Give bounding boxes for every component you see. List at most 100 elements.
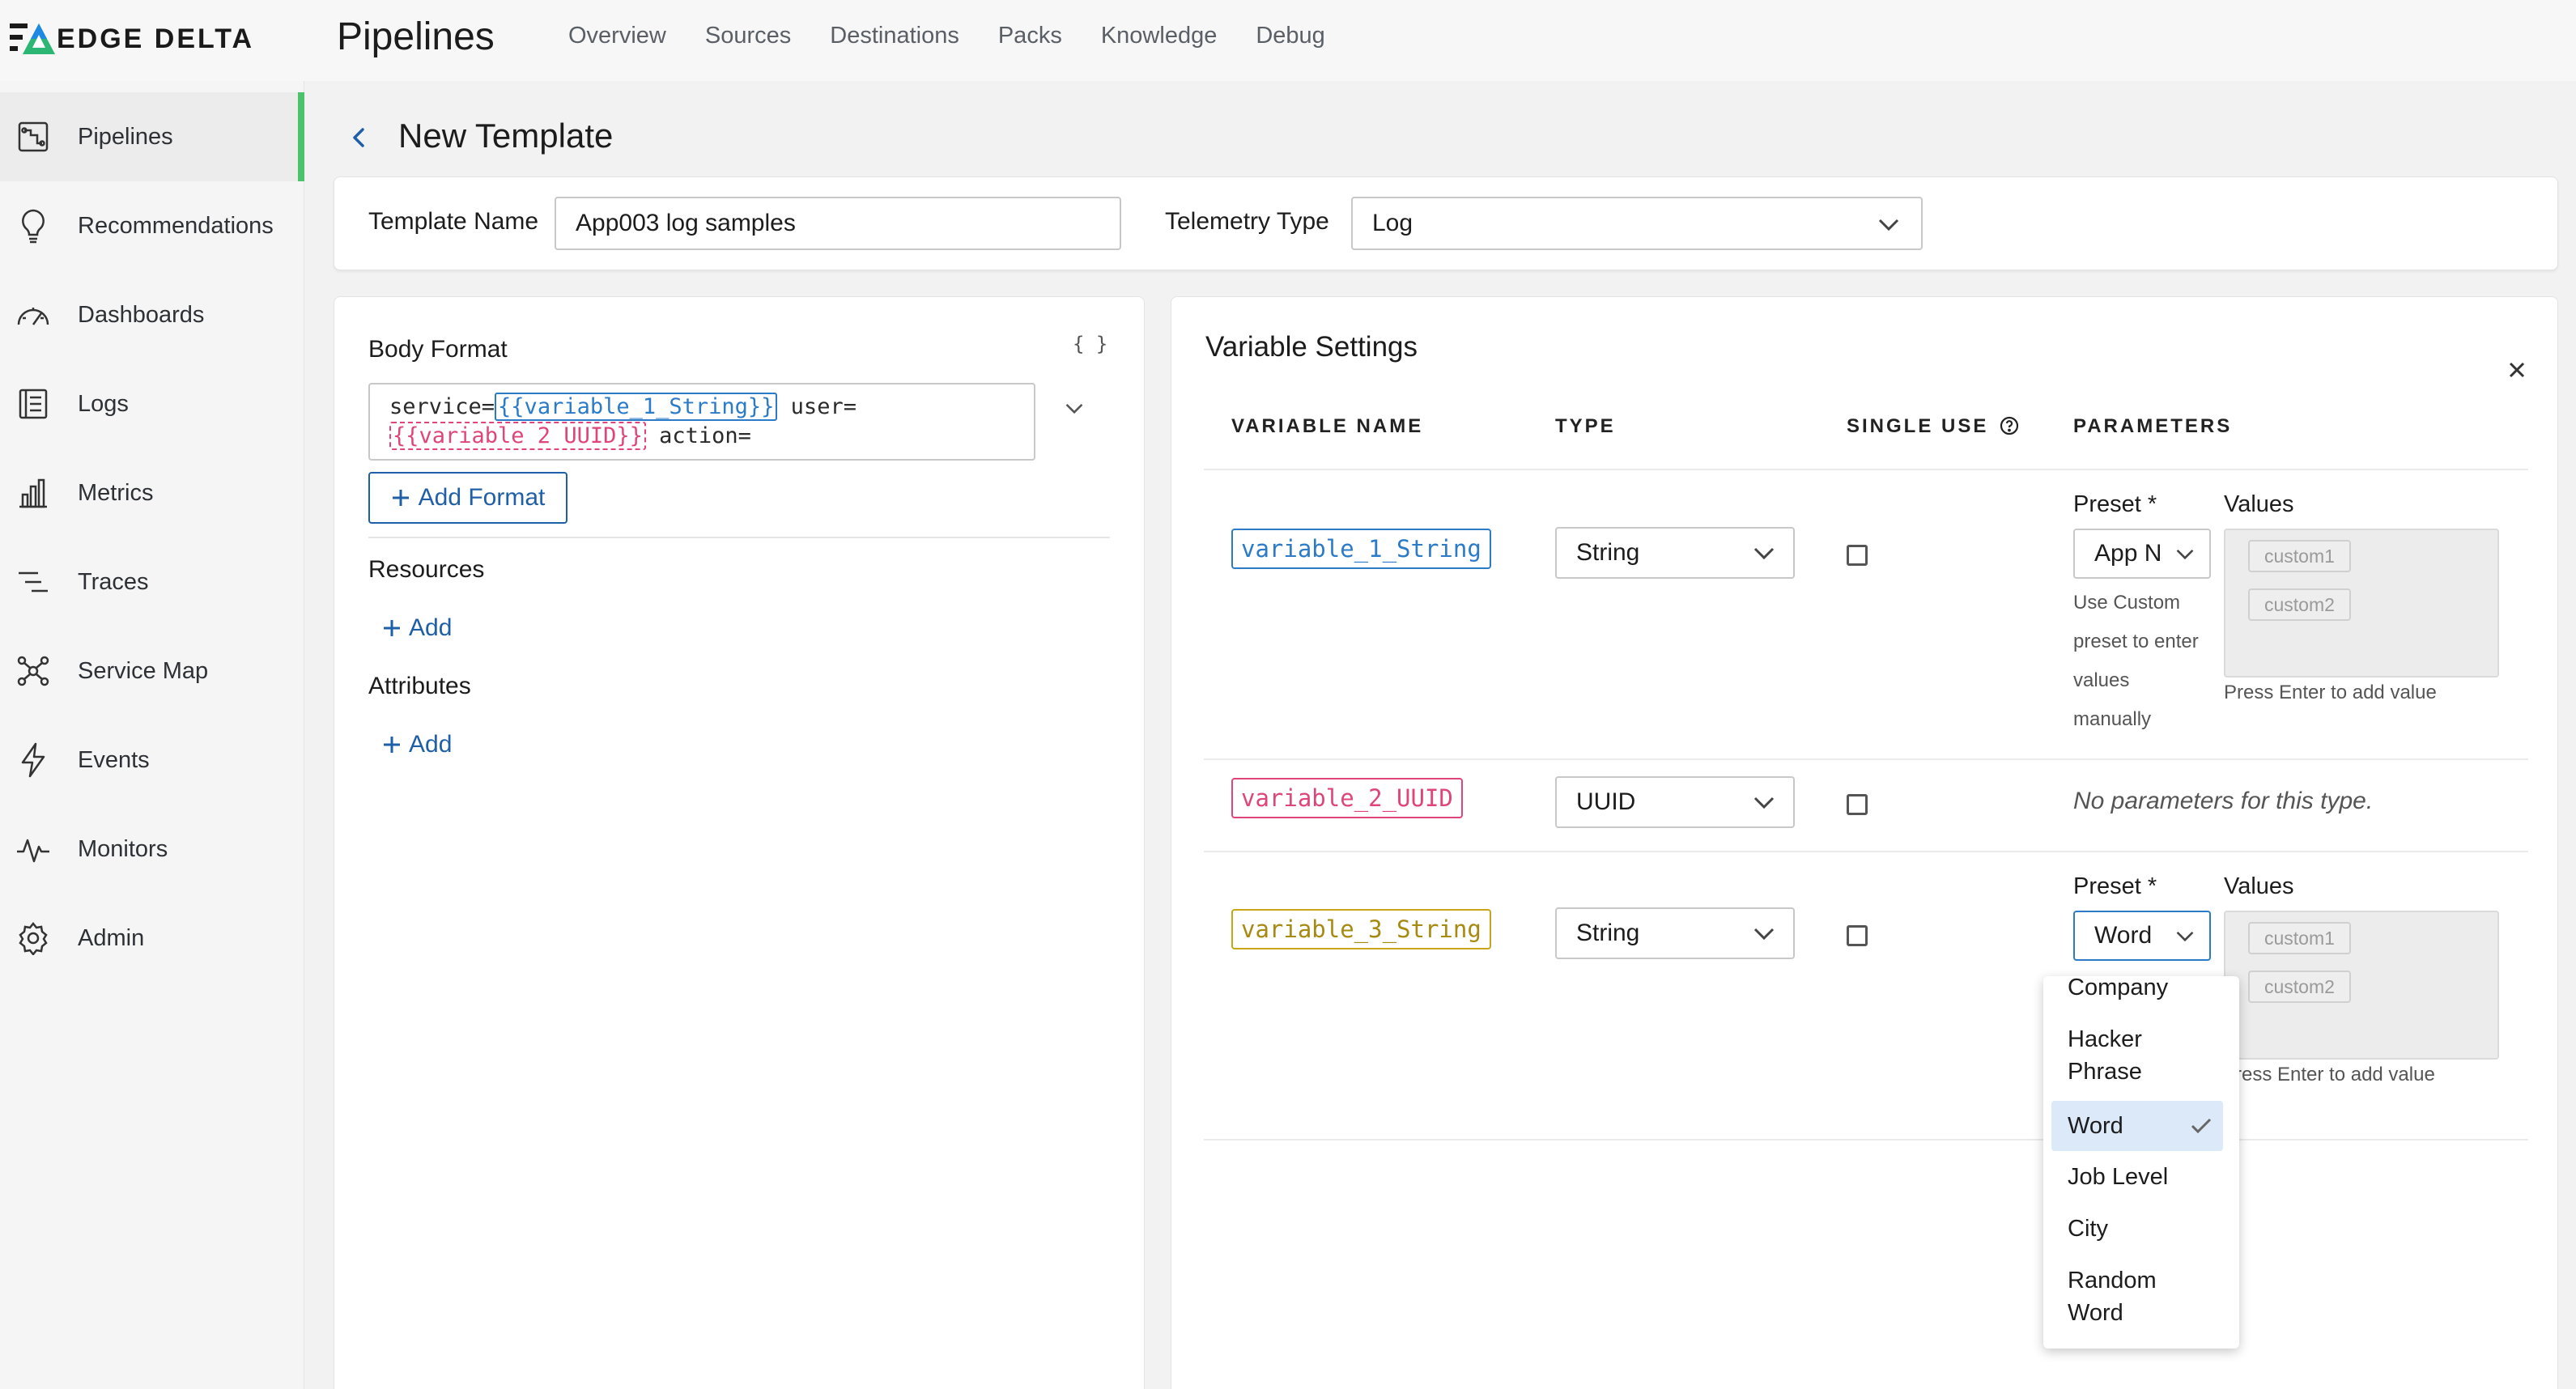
telemetry-type-select[interactable]: Log	[1351, 197, 1923, 250]
type-value: String	[1576, 539, 1640, 566]
dropdown-option-hacker-phrase[interactable]: Hacker Phrase	[2051, 1023, 2181, 1088]
sidebar-item-label: Metrics	[78, 479, 154, 506]
row-divider	[1204, 1139, 2528, 1141]
preset-dropdown-menu: Company Hacker Phrase Word Job Level Cit…	[2043, 976, 2239, 1349]
body-format-title: Body Format	[368, 336, 508, 363]
nav-sources[interactable]: Sources	[705, 23, 791, 49]
sidebar-item-service-map[interactable]: Service Map	[0, 627, 304, 716]
plus-icon	[392, 490, 409, 506]
attributes-title: Attributes	[368, 673, 471, 699]
value-chip: custom1	[2248, 540, 2351, 572]
type-value: UUID	[1576, 788, 1636, 815]
service-map-icon	[15, 652, 52, 690]
variable-settings-title: Variable Settings	[1205, 331, 1418, 363]
sidebar-item-label: Pipelines	[78, 123, 173, 150]
telemetry-type-value: Log	[1372, 210, 1413, 236]
nav-overview[interactable]: Overview	[568, 23, 666, 49]
gear-icon	[15, 920, 52, 957]
bar-chart-icon	[15, 474, 52, 512]
nav-knowledge[interactable]: Knowledge	[1101, 23, 1218, 49]
add-resource-label: Add	[409, 614, 453, 641]
sidebar-item-monitors[interactable]: Monitors	[0, 805, 304, 894]
chevron-down-icon[interactable]	[1065, 402, 1084, 415]
variable-1-values-input[interactable]: custom1 custom2	[2224, 529, 2499, 678]
sidebar-item-label: Admin	[78, 924, 145, 951]
variable-2-token[interactable]: {{variable 2 UUID}}	[389, 422, 646, 450]
dropdown-option-word[interactable]: Word	[2051, 1101, 2223, 1151]
logs-icon	[15, 385, 52, 423]
no-parameters-text: No parameters for this type.	[2073, 788, 2374, 814]
chevron-down-icon	[1753, 547, 1775, 560]
sidebar-item-label: Recommendations	[78, 212, 274, 239]
top-nav: Overview Sources Destinations Packs Know…	[568, 23, 1325, 49]
sidebar-item-traces[interactable]: Traces	[0, 537, 304, 627]
variable-2-name: variable_2_UUID	[1231, 778, 1463, 818]
back-chevron-icon[interactable]	[346, 121, 371, 154]
chevron-down-icon	[1878, 219, 1899, 232]
gauge-icon	[15, 296, 52, 333]
add-format-button[interactable]: Add Format	[368, 472, 567, 524]
close-icon[interactable]	[2506, 359, 2528, 381]
hint-line: Use Custom	[2073, 592, 2181, 614]
column-header-single-use: SINGLE USE	[1847, 415, 2019, 438]
variable-3-name: variable_3_String	[1231, 909, 1491, 949]
preset-value: Word	[2094, 922, 2153, 949]
sidebar-item-pipelines[interactable]: Pipelines	[0, 92, 304, 181]
value-chip: custom2	[2248, 588, 2351, 621]
chevron-down-icon	[1753, 796, 1775, 809]
preset-label: Preset *	[2073, 491, 2157, 517]
help-circle-icon[interactable]	[2000, 416, 2019, 435]
body-format-card: Body Format { } service= {{variable_1_Str…	[334, 296, 1145, 1389]
sidebar-item-dashboards[interactable]: Dashboards	[0, 270, 304, 359]
divider	[368, 537, 1110, 538]
template-name-input[interactable]: App003 log samples	[555, 197, 1121, 250]
preset-hint: Use Custom preset to enter values manual…	[2073, 584, 2199, 739]
braces-icon[interactable]: { }	[1073, 333, 1107, 355]
nav-destinations[interactable]: Destinations	[830, 23, 959, 49]
dropdown-option-random-word[interactable]: Random Word	[2051, 1264, 2181, 1329]
sidebar-item-label: Logs	[78, 390, 129, 417]
variable-1-type-select[interactable]: String	[1555, 527, 1795, 579]
traces-icon	[15, 563, 52, 601]
plus-icon	[384, 737, 400, 753]
body-format-editor[interactable]: service= {{variable_1_String}} user= {{va…	[368, 383, 1035, 461]
plus-icon	[384, 620, 400, 636]
chevron-down-icon	[1753, 928, 1775, 941]
values-label: Values	[2224, 491, 2294, 517]
brand-name: EDGE DELTA	[57, 23, 255, 54]
variable-3-single-use-checkbox[interactable]	[1847, 925, 1868, 946]
variable-2-single-use-checkbox[interactable]	[1847, 794, 1868, 815]
dropdown-option-city[interactable]: City	[2051, 1213, 2223, 1245]
sidebar-item-metrics[interactable]: Metrics	[0, 448, 304, 537]
sidebar-item-events[interactable]: Events	[0, 716, 304, 805]
chevron-down-icon	[2176, 549, 2194, 560]
pipelines-icon	[15, 118, 52, 155]
sidebar-item-label: Service Map	[78, 657, 209, 684]
nav-packs[interactable]: Packs	[998, 23, 1062, 49]
brand-logo[interactable]: EDGE DELTA	[10, 21, 254, 57]
variable-1-name: variable_1_String	[1231, 529, 1491, 569]
variable-3-values-input[interactable]: custom1 custom2	[2224, 911, 2499, 1060]
dropdown-option-job-level[interactable]: Job Level	[2051, 1161, 2223, 1193]
variable-1-token[interactable]: {{variable_1_String}}	[495, 393, 778, 421]
app-title: Pipelines	[337, 15, 495, 58]
variable-2-type-select[interactable]: UUID	[1555, 776, 1795, 828]
chevron-down-icon	[2176, 931, 2194, 942]
sidebar-item-label: Events	[78, 746, 150, 773]
variable-3-type-select[interactable]: String	[1555, 907, 1795, 959]
variable-1-preset-select[interactable]: App N	[2073, 529, 2211, 579]
values-label: Values	[2224, 873, 2294, 899]
sidebar-item-label: Monitors	[78, 835, 168, 862]
sidebar-item-recommendations[interactable]: Recommendations	[0, 181, 304, 270]
row-divider	[1204, 851, 2528, 852]
dropdown-option-company[interactable]: Company	[2051, 976, 2223, 1004]
sidebar-item-logs[interactable]: Logs	[0, 359, 304, 448]
add-resource-button[interactable]: Add	[383, 614, 452, 642]
nav-debug[interactable]: Debug	[1256, 23, 1324, 49]
add-attribute-button[interactable]: Add	[383, 731, 452, 758]
hint-line: manually	[2073, 708, 2152, 730]
sidebar-item-admin[interactable]: Admin	[0, 894, 304, 983]
hint-line: values	[2073, 669, 2130, 691]
variable-3-preset-select[interactable]: Word	[2073, 911, 2211, 961]
variable-1-single-use-checkbox[interactable]	[1847, 545, 1868, 566]
